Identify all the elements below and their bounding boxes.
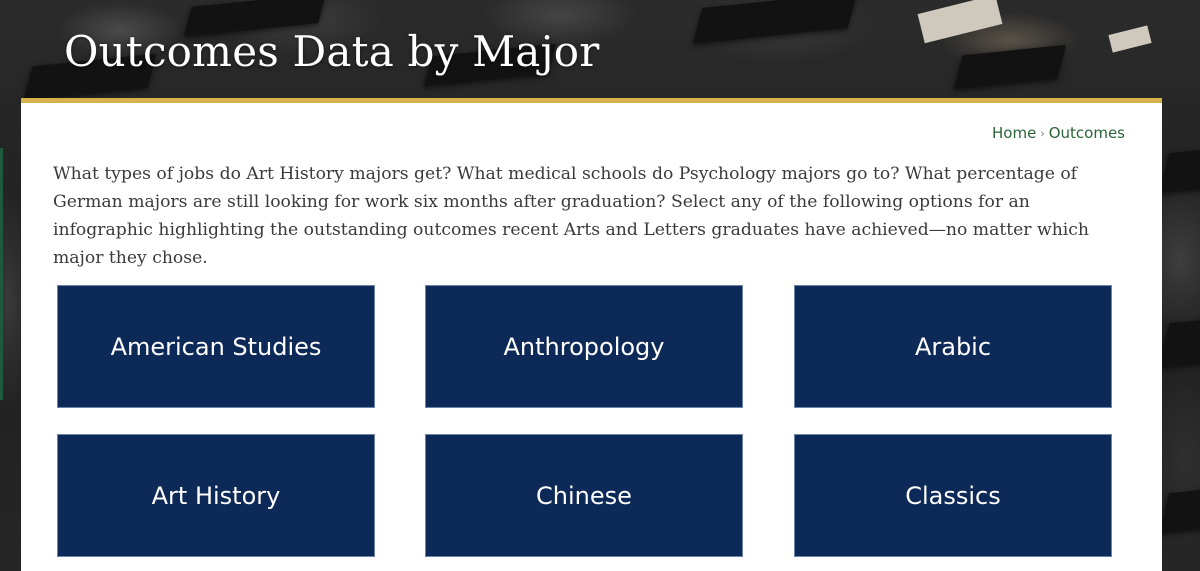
major-button-anthropology[interactable]: Anthropology xyxy=(425,285,743,408)
graduation-cap-shape xyxy=(953,44,1067,90)
left-accent-bar xyxy=(0,148,3,400)
content-card: Home › Outcomes What types of jobs do Ar… xyxy=(21,98,1162,571)
major-button-arabic[interactable]: Arabic xyxy=(794,285,1112,408)
breadcrumb-home-link[interactable]: Home xyxy=(992,124,1036,142)
intro-paragraph: What types of jobs do Art History majors… xyxy=(53,164,1089,268)
major-button-american-studies[interactable]: American Studies xyxy=(57,285,375,408)
cap-decoration-tag xyxy=(1108,25,1152,53)
graduation-cap-shape xyxy=(1158,146,1200,194)
major-button-art-history[interactable]: Art History xyxy=(57,434,375,557)
cap-decoration-tag xyxy=(917,0,1003,44)
breadcrumb-current-link[interactable]: Outcomes xyxy=(1049,124,1125,142)
graduation-cap-shape xyxy=(1158,486,1200,534)
graduation-cap-shape xyxy=(1158,316,1200,368)
breadcrumb: Home › Outcomes xyxy=(992,124,1125,142)
breadcrumb-separator: › xyxy=(1040,126,1045,140)
page-title: Outcomes Data by Major xyxy=(64,27,600,76)
major-button-chinese[interactable]: Chinese xyxy=(425,434,743,557)
major-button-classics[interactable]: Classics xyxy=(794,434,1112,557)
graduation-cap-shape xyxy=(692,0,858,44)
